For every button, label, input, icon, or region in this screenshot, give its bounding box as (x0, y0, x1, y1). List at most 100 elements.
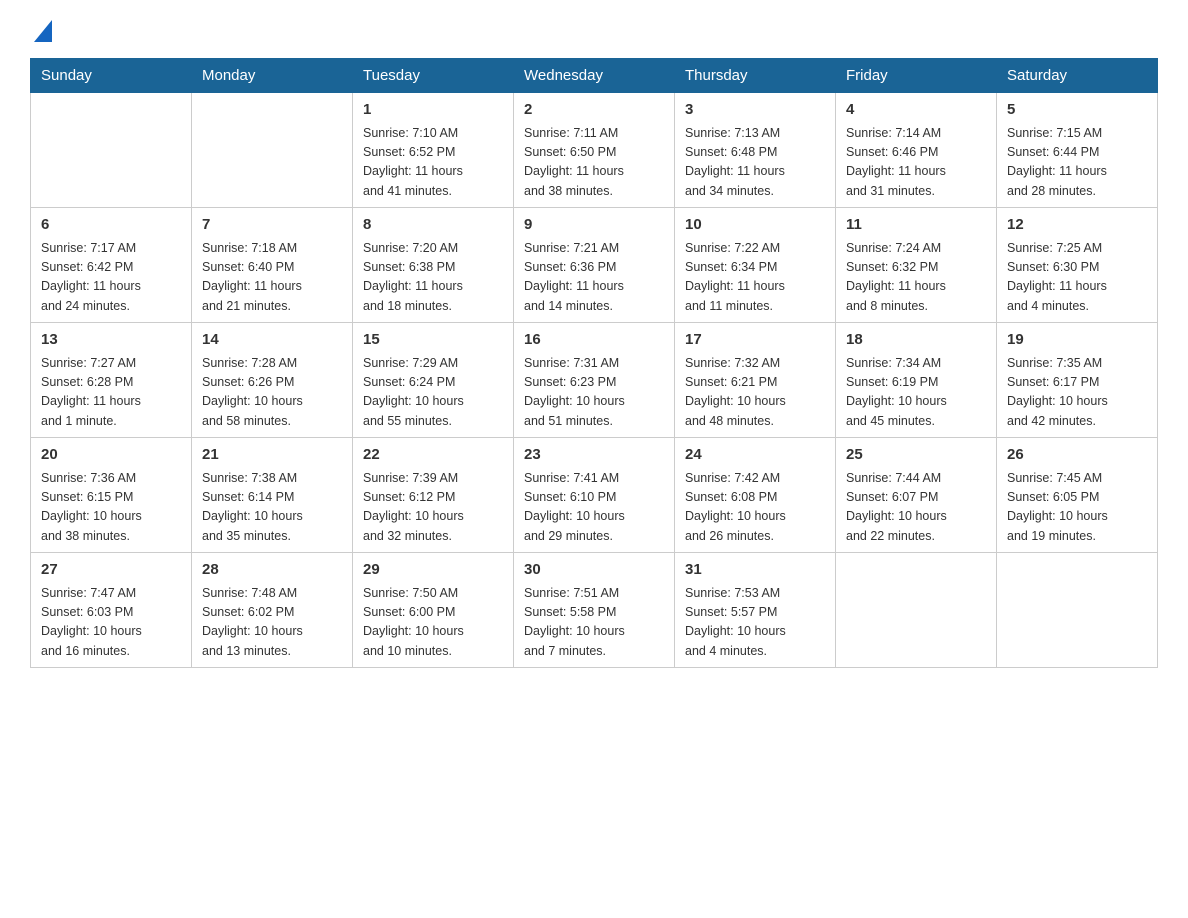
day-info: Sunrise: 7:48 AM Sunset: 6:02 PM Dayligh… (202, 584, 342, 662)
calendar-cell: 22Sunrise: 7:39 AM Sunset: 6:12 PM Dayli… (353, 438, 514, 553)
day-info: Sunrise: 7:53 AM Sunset: 5:57 PM Dayligh… (685, 584, 825, 662)
header-friday: Friday (836, 59, 997, 93)
day-info: Sunrise: 7:44 AM Sunset: 6:07 PM Dayligh… (846, 469, 986, 547)
calendar-cell: 20Sunrise: 7:36 AM Sunset: 6:15 PM Dayli… (31, 438, 192, 553)
calendar-cell: 23Sunrise: 7:41 AM Sunset: 6:10 PM Dayli… (514, 438, 675, 553)
calendar-cell: 26Sunrise: 7:45 AM Sunset: 6:05 PM Dayli… (997, 438, 1158, 553)
logo-triangle-icon (34, 20, 52, 42)
calendar-cell: 10Sunrise: 7:22 AM Sunset: 6:34 PM Dayli… (675, 208, 836, 323)
day-info: Sunrise: 7:51 AM Sunset: 5:58 PM Dayligh… (524, 584, 664, 662)
calendar-cell: 28Sunrise: 7:48 AM Sunset: 6:02 PM Dayli… (192, 553, 353, 668)
day-number: 9 (524, 214, 664, 237)
day-number: 28 (202, 559, 342, 582)
day-number: 22 (363, 444, 503, 467)
day-number: 7 (202, 214, 342, 237)
calendar-cell: 19Sunrise: 7:35 AM Sunset: 6:17 PM Dayli… (997, 323, 1158, 438)
day-number: 4 (846, 99, 986, 122)
calendar-cell (192, 93, 353, 208)
calendar-cell: 17Sunrise: 7:32 AM Sunset: 6:21 PM Dayli… (675, 323, 836, 438)
calendar-cell: 25Sunrise: 7:44 AM Sunset: 6:07 PM Dayli… (836, 438, 997, 553)
day-number: 18 (846, 329, 986, 352)
calendar-cell: 13Sunrise: 7:27 AM Sunset: 6:28 PM Dayli… (31, 323, 192, 438)
day-info: Sunrise: 7:24 AM Sunset: 6:32 PM Dayligh… (846, 239, 986, 317)
day-info: Sunrise: 7:14 AM Sunset: 6:46 PM Dayligh… (846, 124, 986, 202)
week-row-2: 6Sunrise: 7:17 AM Sunset: 6:42 PM Daylig… (31, 208, 1158, 323)
day-info: Sunrise: 7:34 AM Sunset: 6:19 PM Dayligh… (846, 354, 986, 432)
header-wednesday: Wednesday (514, 59, 675, 93)
day-number: 24 (685, 444, 825, 467)
day-number: 10 (685, 214, 825, 237)
calendar-cell (836, 553, 997, 668)
week-row-4: 20Sunrise: 7:36 AM Sunset: 6:15 PM Dayli… (31, 438, 1158, 553)
day-number: 12 (1007, 214, 1147, 237)
calendar-cell: 8Sunrise: 7:20 AM Sunset: 6:38 PM Daylig… (353, 208, 514, 323)
day-info: Sunrise: 7:41 AM Sunset: 6:10 PM Dayligh… (524, 469, 664, 547)
calendar-cell: 5Sunrise: 7:15 AM Sunset: 6:44 PM Daylig… (997, 93, 1158, 208)
header-sunday: Sunday (31, 59, 192, 93)
calendar-cell: 11Sunrise: 7:24 AM Sunset: 6:32 PM Dayli… (836, 208, 997, 323)
day-info: Sunrise: 7:28 AM Sunset: 6:26 PM Dayligh… (202, 354, 342, 432)
calendar-cell: 18Sunrise: 7:34 AM Sunset: 6:19 PM Dayli… (836, 323, 997, 438)
header-tuesday: Tuesday (353, 59, 514, 93)
calendar-cell: 4Sunrise: 7:14 AM Sunset: 6:46 PM Daylig… (836, 93, 997, 208)
day-info: Sunrise: 7:27 AM Sunset: 6:28 PM Dayligh… (41, 354, 181, 432)
day-info: Sunrise: 7:20 AM Sunset: 6:38 PM Dayligh… (363, 239, 503, 317)
day-info: Sunrise: 7:21 AM Sunset: 6:36 PM Dayligh… (524, 239, 664, 317)
week-row-1: 1Sunrise: 7:10 AM Sunset: 6:52 PM Daylig… (31, 93, 1158, 208)
calendar-cell: 16Sunrise: 7:31 AM Sunset: 6:23 PM Dayli… (514, 323, 675, 438)
day-info: Sunrise: 7:39 AM Sunset: 6:12 PM Dayligh… (363, 469, 503, 547)
calendar-cell: 14Sunrise: 7:28 AM Sunset: 6:26 PM Dayli… (192, 323, 353, 438)
day-info: Sunrise: 7:17 AM Sunset: 6:42 PM Dayligh… (41, 239, 181, 317)
day-number: 31 (685, 559, 825, 582)
day-info: Sunrise: 7:10 AM Sunset: 6:52 PM Dayligh… (363, 124, 503, 202)
day-number: 11 (846, 214, 986, 237)
calendar-header-row: SundayMondayTuesdayWednesdayThursdayFrid… (31, 59, 1158, 93)
day-info: Sunrise: 7:18 AM Sunset: 6:40 PM Dayligh… (202, 239, 342, 317)
day-number: 5 (1007, 99, 1147, 122)
header-saturday: Saturday (997, 59, 1158, 93)
day-info: Sunrise: 7:29 AM Sunset: 6:24 PM Dayligh… (363, 354, 503, 432)
day-number: 17 (685, 329, 825, 352)
day-number: 19 (1007, 329, 1147, 352)
calendar-cell: 21Sunrise: 7:38 AM Sunset: 6:14 PM Dayli… (192, 438, 353, 553)
header-thursday: Thursday (675, 59, 836, 93)
day-info: Sunrise: 7:42 AM Sunset: 6:08 PM Dayligh… (685, 469, 825, 547)
calendar-cell (997, 553, 1158, 668)
week-row-5: 27Sunrise: 7:47 AM Sunset: 6:03 PM Dayli… (31, 553, 1158, 668)
day-number: 30 (524, 559, 664, 582)
day-number: 14 (202, 329, 342, 352)
day-number: 15 (363, 329, 503, 352)
day-number: 25 (846, 444, 986, 467)
calendar-cell: 1Sunrise: 7:10 AM Sunset: 6:52 PM Daylig… (353, 93, 514, 208)
calendar-cell: 3Sunrise: 7:13 AM Sunset: 6:48 PM Daylig… (675, 93, 836, 208)
day-info: Sunrise: 7:35 AM Sunset: 6:17 PM Dayligh… (1007, 354, 1147, 432)
day-info: Sunrise: 7:45 AM Sunset: 6:05 PM Dayligh… (1007, 469, 1147, 547)
day-info: Sunrise: 7:25 AM Sunset: 6:30 PM Dayligh… (1007, 239, 1147, 317)
calendar-cell: 30Sunrise: 7:51 AM Sunset: 5:58 PM Dayli… (514, 553, 675, 668)
day-info: Sunrise: 7:22 AM Sunset: 6:34 PM Dayligh… (685, 239, 825, 317)
calendar-cell: 15Sunrise: 7:29 AM Sunset: 6:24 PM Dayli… (353, 323, 514, 438)
day-number: 13 (41, 329, 181, 352)
calendar-cell: 31Sunrise: 7:53 AM Sunset: 5:57 PM Dayli… (675, 553, 836, 668)
day-number: 16 (524, 329, 664, 352)
day-number: 1 (363, 99, 503, 122)
day-info: Sunrise: 7:31 AM Sunset: 6:23 PM Dayligh… (524, 354, 664, 432)
calendar-cell: 9Sunrise: 7:21 AM Sunset: 6:36 PM Daylig… (514, 208, 675, 323)
day-number: 23 (524, 444, 664, 467)
day-info: Sunrise: 7:47 AM Sunset: 6:03 PM Dayligh… (41, 584, 181, 662)
day-number: 21 (202, 444, 342, 467)
day-info: Sunrise: 7:11 AM Sunset: 6:50 PM Dayligh… (524, 124, 664, 202)
day-number: 2 (524, 99, 664, 122)
day-number: 6 (41, 214, 181, 237)
header-monday: Monday (192, 59, 353, 93)
day-number: 29 (363, 559, 503, 582)
calendar-cell: 27Sunrise: 7:47 AM Sunset: 6:03 PM Dayli… (31, 553, 192, 668)
page-header (30, 20, 1158, 42)
day-info: Sunrise: 7:38 AM Sunset: 6:14 PM Dayligh… (202, 469, 342, 547)
day-number: 8 (363, 214, 503, 237)
logo (30, 20, 60, 42)
calendar-cell: 24Sunrise: 7:42 AM Sunset: 6:08 PM Dayli… (675, 438, 836, 553)
calendar-cell: 12Sunrise: 7:25 AM Sunset: 6:30 PM Dayli… (997, 208, 1158, 323)
day-info: Sunrise: 7:13 AM Sunset: 6:48 PM Dayligh… (685, 124, 825, 202)
day-number: 3 (685, 99, 825, 122)
